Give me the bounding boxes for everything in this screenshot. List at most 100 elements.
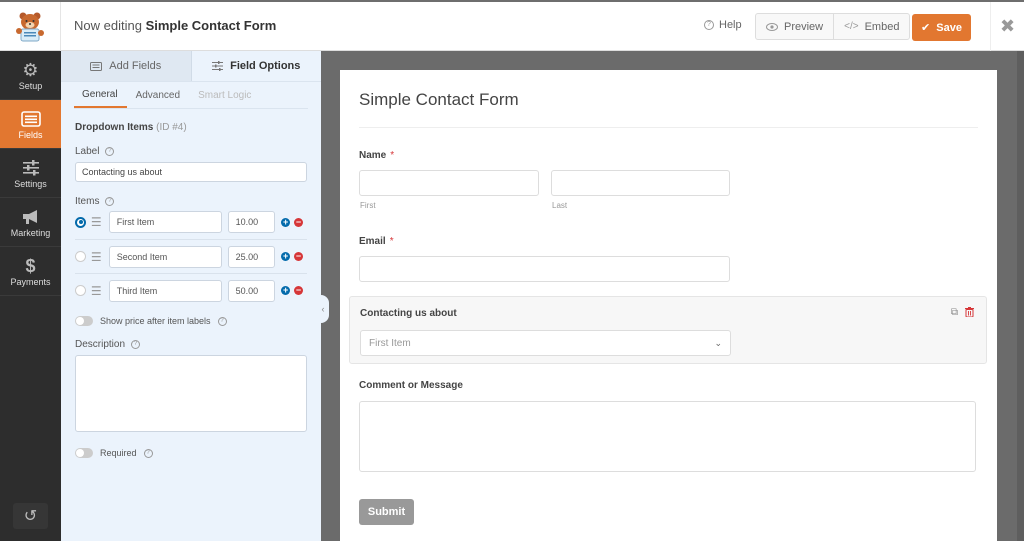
form-preview-area: Simple Contact Form Name * First Last Ema… [321,51,1024,541]
default-choice-radio[interactable] [75,216,86,228]
tab-add-fields[interactable]: Add Fields [61,51,192,81]
required-toggle-row: Required ? [75,448,153,458]
subtab-smart-logic[interactable]: Smart Logic [189,82,260,108]
name-field-label[interactable]: Name * [359,150,394,161]
tab-field-options[interactable]: Field Options [191,51,321,81]
dropdown-field-selected[interactable]: Contacting us about First Item ⌄ ⧉ [349,296,987,364]
preview-scrollbar[interactable] [1017,51,1024,541]
nav-item-marketing[interactable]: Marketing [0,198,61,247]
field-id: (ID #4) [156,122,187,133]
sliders-icon [22,157,40,179]
description-textarea[interactable] [75,355,307,432]
nav-label: Fields [18,130,43,140]
dropdown-select[interactable]: First Item ⌄ [360,330,731,356]
help-tooltip-icon[interactable]: ? [217,316,227,326]
megaphone-icon [21,206,41,228]
preview-button[interactable]: Preview [756,14,833,39]
label-caption-text: Label [75,146,100,157]
help-button[interactable]: ? Help [704,19,742,31]
nav-label: Settings [14,179,47,189]
chevron-left-icon: ‹ [321,304,325,314]
email-input[interactable] [359,256,730,282]
nav-item-settings[interactable]: Settings [0,149,61,198]
embed-button[interactable]: </> Embed [833,14,909,39]
choice-price-input[interactable]: 10.00 [227,211,276,233]
remove-choice-icon[interactable]: − [294,217,303,227]
title-prefix: Now editing [74,18,142,33]
gear-icon: ⚙ [22,60,39,80]
dollar-icon: $ [25,256,36,276]
fields-icon [20,108,41,130]
show-price-toggle[interactable] [75,316,93,326]
panel-tabs: Add Fields Field Options [61,51,321,82]
help-tooltip-icon[interactable]: ? [143,448,153,458]
choice-row: ☰ Third Item 50.00 + − [75,273,307,307]
revisions-button[interactable]: ↺ [13,503,48,529]
nav-item-payments[interactable]: $ Payments [0,247,61,296]
save-button[interactable]: ✔ Save [912,14,971,41]
help-label: Help [719,19,742,31]
label-input[interactable]: Contacting us about [75,162,307,182]
last-name-input[interactable] [551,170,730,196]
nav-item-setup[interactable]: ⚙ Setup [0,51,61,100]
message-textarea[interactable] [359,401,976,472]
email-label-text: Email [359,236,386,247]
remove-choice-icon[interactable]: − [294,286,303,295]
preview-label: Preview [784,20,824,33]
drag-handle-icon[interactable]: ☰ [91,216,103,228]
dropdown-field-label: Contacting us about [360,308,457,319]
choice-label-input[interactable]: First Item [108,211,222,233]
add-choice-icon[interactable]: + [281,217,291,227]
close-button[interactable]: ✖ [990,2,1024,51]
field-type-heading: Dropdown Items (ID #4) [75,122,187,133]
close-icon: ✖ [999,16,1016,36]
choice-label-input[interactable]: Second Item [108,245,222,268]
tab-label: Field Options [230,60,301,72]
description-caption: Description ? [75,339,141,350]
nav-label: Payments [10,277,51,287]
message-field-label[interactable]: Comment or Message [359,380,463,391]
last-sublabel: Last [552,201,568,210]
drag-handle-icon[interactable]: ☰ [91,285,103,297]
left-navigation: ⚙ Setup Fields Settings Marketing $ Paym… [0,51,61,541]
choice-price-input[interactable]: 25.00 [227,245,276,268]
required-asterisk: * [390,150,395,161]
help-tooltip-icon[interactable]: ? [131,340,141,349]
required-toggle[interactable] [75,448,93,458]
choice-row: ☰ Second Item 25.00 + − [75,239,307,273]
field-options-panel: Add Fields Field Options General Advance… [61,51,321,541]
subtab-general[interactable]: General [74,82,127,108]
duplicate-icon[interactable]: ⧉ [951,307,958,320]
first-name-input[interactable] [359,170,539,196]
trash-icon[interactable] [965,307,974,320]
choices-list: ☰ First Item 10.00 + − ☰ Second Item 25.… [75,205,307,307]
tab-label: Add Fields [109,60,162,72]
submit-button[interactable]: Submit [359,499,414,525]
drag-handle-icon[interactable]: ☰ [91,251,103,263]
add-choice-icon[interactable]: + [281,252,291,261]
top-bar: Now editing Simple Contact Form ? Help P… [0,0,1024,51]
show-price-toggle-row: Show price after item labels ? [75,316,227,326]
form-name: Simple Contact Form [145,18,277,33]
dropdown-value: First Item [369,337,411,349]
remove-choice-icon[interactable]: − [294,252,303,261]
history-icon: ↺ [23,508,38,525]
help-tooltip-icon[interactable]: ? [105,147,115,156]
description-caption-text: Description [75,339,126,350]
code-icon: </> [844,21,859,32]
default-choice-radio[interactable] [75,285,86,296]
choice-price-input[interactable]: 50.00 [227,279,276,302]
label-caption: Label ? [75,146,115,157]
email-field-label[interactable]: Email * [359,236,394,247]
field-actions: ⧉ [951,307,974,320]
show-price-label: Show price after item labels [100,316,211,326]
save-label: Save [936,21,962,34]
nav-item-fields[interactable]: Fields [0,100,61,149]
nav-label: Marketing [10,228,51,238]
nav-label: Setup [18,81,43,91]
default-choice-radio[interactable] [75,251,86,262]
subtab-advanced[interactable]: Advanced [127,82,189,108]
add-choice-icon[interactable]: + [281,286,291,295]
collapse-panel-button[interactable]: ‹ [317,295,329,323]
choice-label-input[interactable]: Third Item [108,279,222,302]
